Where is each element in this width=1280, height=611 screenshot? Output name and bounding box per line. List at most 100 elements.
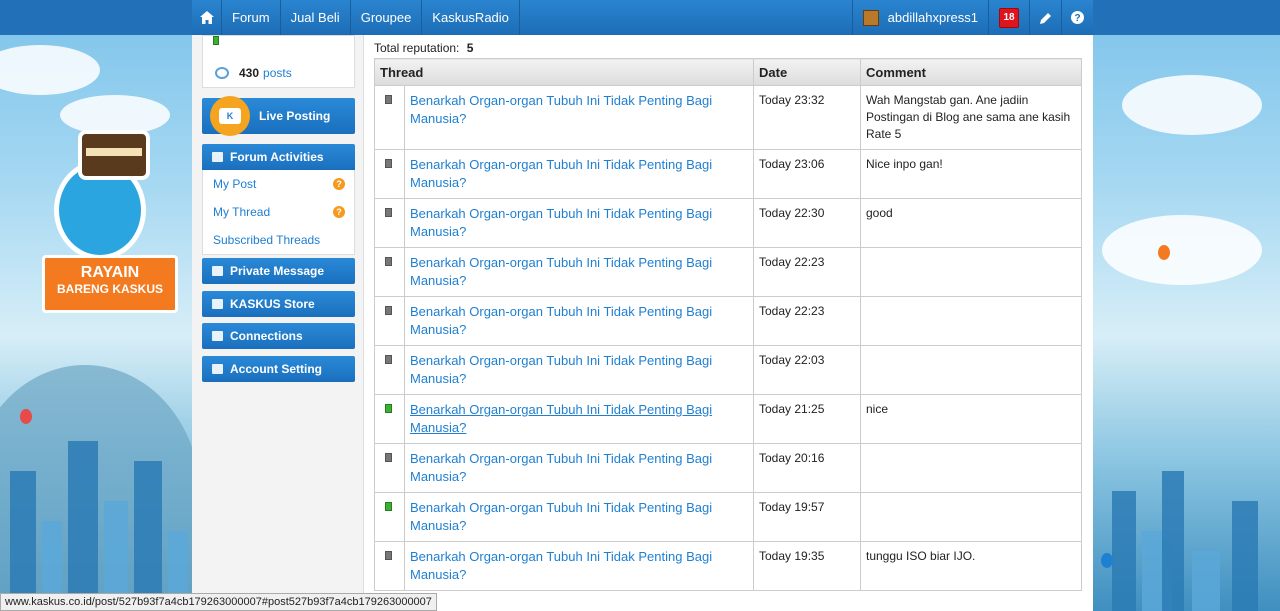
status-cell [374, 345, 405, 395]
balloon-icon [1101, 553, 1113, 568]
comment-cell [860, 296, 1082, 346]
menu-subscribed-threads[interactable]: Subscribed Threads [203, 226, 354, 254]
wrench-icon [212, 364, 223, 374]
background-right [1092, 35, 1280, 611]
status-cell [374, 443, 405, 493]
page-container: 430 posts K Live Posting Forum Activitie… [192, 35, 1093, 611]
question-icon[interactable]: ? [333, 178, 345, 190]
thread-link[interactable]: Benarkah Organ-organ Tubuh Ini Tidak Pen… [410, 353, 712, 386]
banner-line1: RAYAIN [80, 264, 140, 281]
comment-cell [860, 247, 1082, 297]
status-indicator-icon [213, 36, 219, 45]
thread-cell: Benarkah Organ-organ Tubuh Ini Tidak Pen… [404, 149, 754, 199]
forum-activities-label: Forum Activities [230, 150, 324, 164]
posts-box: 430 posts [202, 35, 355, 88]
nav-forum[interactable]: Forum [222, 0, 281, 35]
status-cell [374, 492, 405, 542]
nav-groupee[interactable]: Groupee [351, 0, 423, 35]
help-button[interactable]: ? [1061, 0, 1093, 35]
thread-cell: Benarkah Organ-organ Tubuh Ini Tidak Pen… [404, 296, 754, 346]
table-header-row: Thread Date Comment [374, 58, 1082, 86]
comment-cell: nice [860, 394, 1082, 444]
status-icon [385, 306, 392, 315]
nav-jual-beli[interactable]: Jual Beli [281, 0, 351, 35]
status-icon [385, 257, 392, 266]
thread-link[interactable]: Benarkah Organ-organ Tubuh Ini Tidak Pen… [410, 206, 712, 239]
status-icon [385, 502, 392, 511]
private-message-button[interactable]: Private Message [202, 258, 355, 284]
thread-link[interactable]: Benarkah Organ-organ Tubuh Ini Tidak Pen… [410, 402, 712, 435]
kaskus-store-button[interactable]: KASKUS Store [202, 291, 355, 317]
total-reputation-label: Total reputation: [374, 41, 460, 55]
status-icon [385, 355, 392, 364]
date-cell: Today 21:25 [753, 394, 861, 444]
browser-status-bar: www.kaskus.co.id/post/527b93f7a4cb179263… [0, 593, 437, 611]
comment-cell: Wah Mangstab gan. Ane jadiin Postingan d… [860, 85, 1082, 150]
account-setting-button[interactable]: Account Setting [202, 356, 355, 382]
post-count[interactable]: 430 posts [215, 66, 292, 80]
rayain-bareng-kaskus-banner: RAYAIN BARENG KASKUS [40, 110, 180, 320]
status-icon [385, 404, 392, 413]
status-icon [385, 95, 392, 104]
live-posting-button[interactable]: K Live Posting [202, 96, 355, 136]
notification-button[interactable]: 18 [988, 0, 1029, 35]
date-cell: Today 22:03 [753, 345, 861, 395]
thread-link[interactable]: Benarkah Organ-organ Tubuh Ini Tidak Pen… [410, 304, 712, 337]
table-row: Benarkah Organ-organ Tubuh Ini Tidak Pen… [374, 394, 1082, 444]
chat-bubble-icon [215, 67, 229, 79]
menu-my-post[interactable]: My Post ? [203, 170, 354, 198]
sidebar: 430 posts K Live Posting Forum Activitie… [192, 35, 364, 611]
thread-link[interactable]: Benarkah Organ-organ Tubuh Ini Tidak Pen… [410, 255, 712, 288]
status-icon [385, 551, 392, 560]
column-header-date: Date [753, 58, 861, 86]
write-button[interactable] [1029, 0, 1061, 35]
menu-label: My Post [213, 177, 257, 191]
status-cell [374, 541, 405, 591]
thread-link[interactable]: Benarkah Organ-organ Tubuh Ini Tidak Pen… [410, 549, 712, 582]
user-menu[interactable]: abdillahxpress1 [851, 0, 988, 35]
table-row: Benarkah Organ-organ Tubuh Ini Tidak Pen… [374, 443, 1082, 493]
status-cell [374, 198, 405, 248]
date-cell: Today 22:23 [753, 296, 861, 346]
question-icon[interactable]: ? [333, 206, 345, 218]
date-cell: Today 20:16 [753, 443, 861, 493]
status-icon [385, 208, 392, 217]
status-cell [374, 149, 405, 199]
date-cell: Today 19:35 [753, 541, 861, 591]
balloon-icon [1158, 245, 1170, 260]
table-row: Benarkah Organ-organ Tubuh Ini Tidak Pen… [374, 247, 1082, 297]
svg-text:?: ? [1074, 13, 1080, 24]
banner-ribbon: RAYAIN BARENG KASKUS [42, 255, 178, 313]
account-setting-label: Account Setting [230, 362, 322, 376]
thread-link[interactable]: Benarkah Organ-organ Tubuh Ini Tidak Pen… [410, 451, 712, 484]
menu-my-thread[interactable]: My Thread ? [203, 198, 354, 226]
menu-label: Subscribed Threads [213, 233, 321, 247]
thread-cell: Benarkah Organ-organ Tubuh Ini Tidak Pen… [404, 541, 754, 591]
table-row: Benarkah Organ-organ Tubuh Ini Tidak Pen… [374, 149, 1082, 199]
connections-button[interactable]: Connections [202, 323, 355, 349]
thread-link[interactable]: Benarkah Organ-organ Tubuh Ini Tidak Pen… [410, 157, 712, 190]
thread-link[interactable]: Benarkah Organ-organ Tubuh Ini Tidak Pen… [410, 500, 712, 533]
status-cell [374, 394, 405, 444]
forum-activities-header[interactable]: Forum Activities [202, 144, 355, 170]
date-cell: Today 19:57 [753, 492, 861, 542]
home-button[interactable] [192, 0, 222, 35]
posts-link[interactable]: posts [263, 66, 292, 80]
column-header-comment: Comment [860, 58, 1082, 86]
posts-count: 430 [239, 66, 260, 80]
total-reputation-value: 5 [466, 41, 474, 55]
status-cell [374, 85, 405, 150]
username: abdillahxpress1 [887, 10, 978, 25]
date-cell: Today 23:06 [753, 149, 861, 199]
pencil-icon [1039, 12, 1051, 24]
comment-cell [860, 345, 1082, 395]
date-cell: Today 22:30 [753, 198, 861, 248]
thread-link[interactable]: Benarkah Organ-organ Tubuh Ini Tidak Pen… [410, 93, 712, 126]
thread-cell: Benarkah Organ-organ Tubuh Ini Tidak Pen… [404, 443, 754, 493]
balloon-icon [20, 409, 32, 424]
table-row: Benarkah Organ-organ Tubuh Ini Tidak Pen… [374, 85, 1082, 150]
nav-kaskusradio[interactable]: KaskusRadio [422, 0, 520, 35]
avatar [862, 9, 879, 26]
people-icon [212, 331, 223, 341]
notification-badge: 18 [999, 7, 1019, 28]
